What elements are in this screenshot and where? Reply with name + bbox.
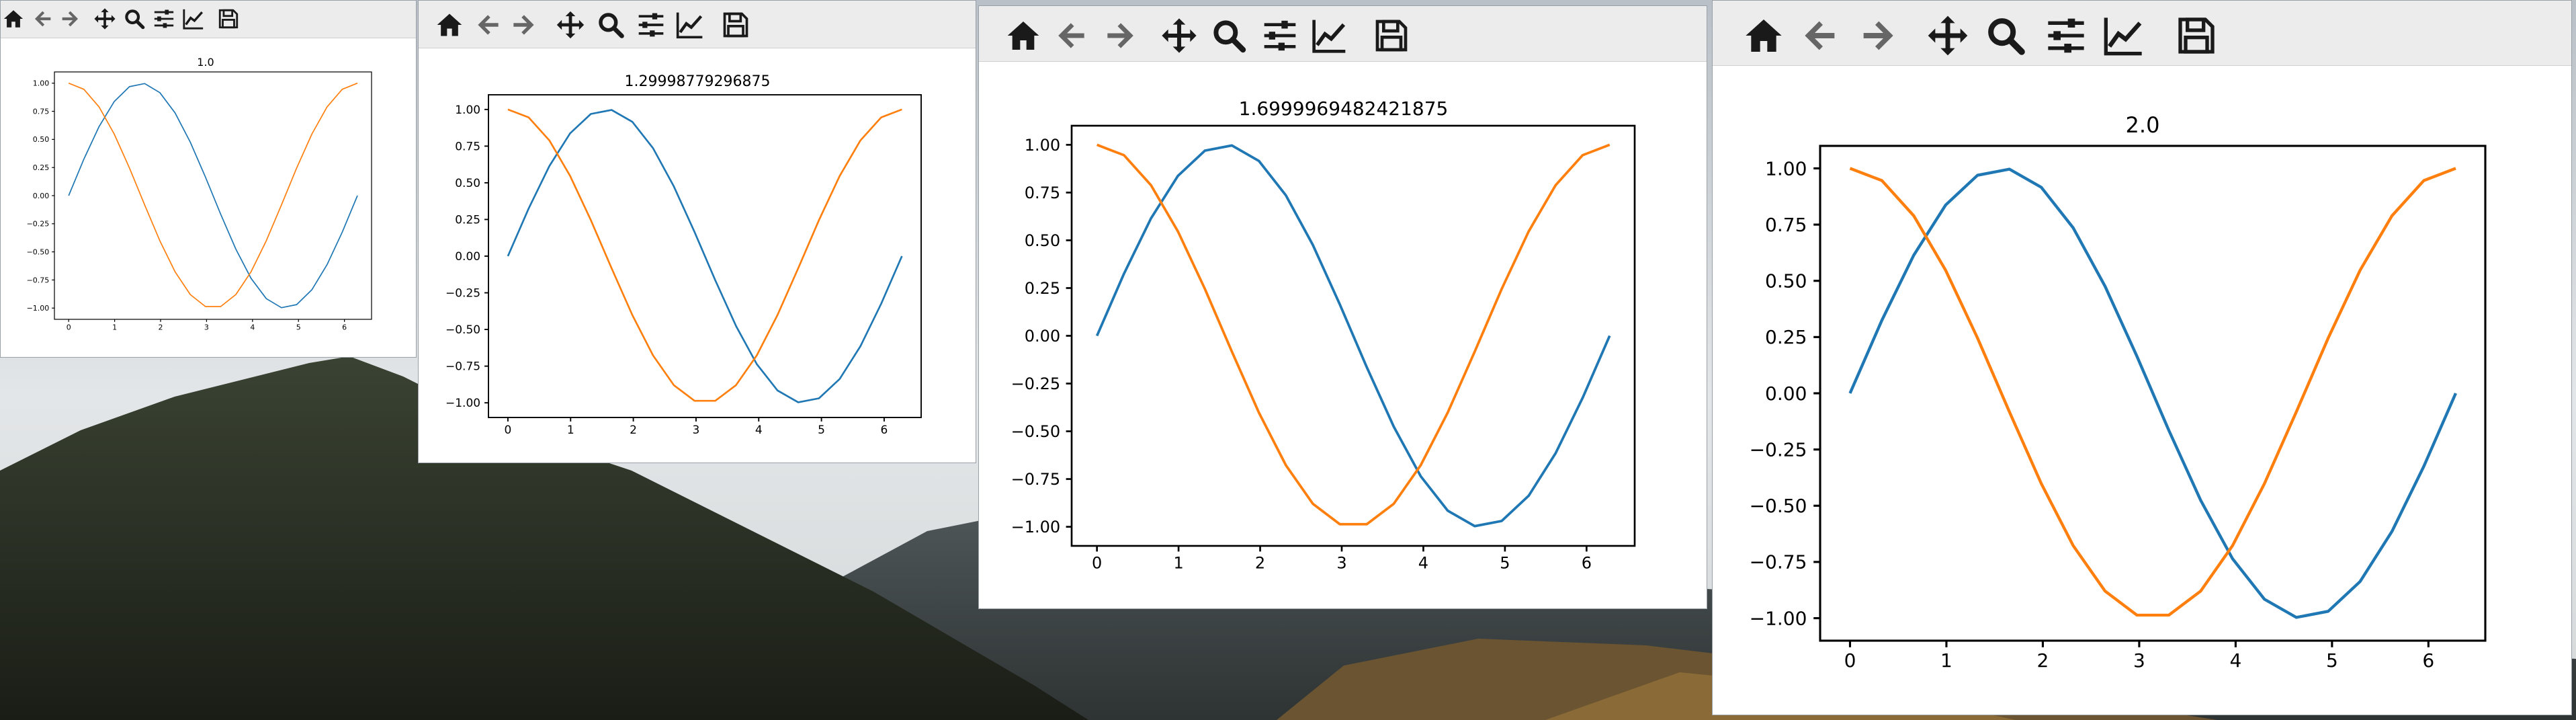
line-chart: 0 1 2 3 4 5 6 −1.00 −0.75 −0.50 −0.25 0.00 0.25 0.50 0…	[27, 71, 372, 331]
x-tick-label: 2	[2037, 649, 2049, 672]
y-tick-label: −0.50	[445, 323, 480, 337]
x-tick-label: 1	[1940, 649, 1952, 672]
sine-series-line	[1848, 167, 2457, 619]
y-tick-label: −0.25	[445, 286, 480, 300]
line-chart: 0 1 2 3 4 5 6 −1.00 −0.75 −0.50 −0.25 0.00 0.25 0.50 0…	[1011, 124, 1636, 573]
sine-series-line	[507, 109, 903, 403]
y-tick-label: −1.00	[27, 304, 50, 313]
y-tick-label: 0.00	[455, 250, 480, 264]
y-tick-label: −0.50	[1011, 422, 1061, 441]
x-tick-label: 3	[693, 424, 700, 437]
y-tick-label: −0.75	[1011, 470, 1061, 489]
x-tick-label: 5	[1500, 554, 1510, 573]
sine-series-line	[68, 83, 358, 309]
y-tick-label: 0.25	[33, 163, 50, 172]
y-tick-label: −1.00	[1011, 518, 1061, 536]
x-tick-label: 5	[818, 424, 825, 437]
x-tick-label: 5	[296, 323, 301, 331]
line-chart: 0 1 2 3 4 5 6 −1.00 −0.75 −0.50 −0.25 0.00 0.25 0.50 0…	[1750, 145, 2487, 672]
sine-series-line	[1095, 144, 1611, 528]
y-tick-label: 1.00	[33, 79, 50, 88]
x-tick-label: 6	[2422, 649, 2434, 672]
y-tick-label: 0.75	[1025, 184, 1060, 202]
y-tick-label: 0.50	[33, 135, 50, 144]
y-tick-label: 0.00	[1025, 327, 1060, 346]
y-tick-label: −0.25	[1750, 438, 1807, 461]
x-tick-label: 0	[1844, 649, 1856, 672]
y-tick-label: −0.50	[27, 247, 50, 256]
y-tick-label: 0.00	[1765, 383, 1807, 405]
x-tick-label: 1	[1173, 554, 1183, 573]
y-tick-label: −0.75	[1750, 551, 1807, 573]
y-tick-label: 1.00	[1025, 136, 1060, 155]
y-tick-label: 0.25	[455, 213, 480, 227]
figure-window-3[interactable]: 1.6999969482421875 0 1 2 3 4 5 6 −1.00 −0.75 −0.5…	[978, 5, 1707, 609]
y-tick-label: 0.75	[1765, 214, 1807, 236]
y-tick-label: −1.00	[445, 397, 480, 410]
x-tick-label: 5	[2326, 649, 2338, 672]
y-tick-label: 0.50	[1025, 231, 1060, 250]
x-tick-label: 1	[112, 323, 117, 331]
x-tick-label: 6	[881, 424, 888, 437]
x-tick-label: 6	[1582, 554, 1592, 573]
y-tick-label: −1.00	[1750, 607, 1807, 629]
x-tick-label: 1	[567, 424, 574, 437]
x-tick-label: 0	[67, 323, 71, 331]
y-tick-label: 1.00	[1765, 157, 1807, 179]
line-chart: 0 1 2 3 4 5 6 −1.00 −0.75 −0.50 −0.25 0.00 0.25 0.50 0…	[445, 94, 922, 437]
x-tick-label: 3	[1336, 554, 1346, 573]
figure-window-1[interactable]: 1.0 0 1 2 3 4 5 6 −1.00 −0.75 −0.50 −0.25 0.00 0.25 0…	[0, 0, 417, 358]
y-tick-label: 0.75	[33, 107, 50, 116]
y-tick-label: 0.50	[1765, 270, 1807, 292]
x-tick-label: 2	[159, 323, 163, 331]
figure-window-2[interactable]: 1.29998779296875 0 1 2 3 4 5 6 −1.00 −0.75 −0.50−…	[418, 0, 976, 463]
x-tick-label: 6	[342, 323, 347, 331]
y-tick-label: −0.25	[27, 220, 50, 229]
x-tick-label: 4	[755, 424, 763, 437]
x-tick-label: 0	[505, 424, 512, 437]
y-tick-label: −0.50	[1750, 495, 1807, 517]
y-tick-label: 0.75	[455, 140, 480, 153]
x-tick-label: 4	[250, 323, 255, 331]
x-tick-label: 0	[1092, 554, 1102, 573]
y-tick-label: −0.25	[1011, 374, 1061, 393]
y-tick-label: 0.25	[1765, 326, 1807, 348]
x-tick-label: 2	[630, 424, 637, 437]
x-tick-label: 4	[2229, 649, 2241, 672]
y-tick-label: 0.00	[33, 192, 50, 200]
x-tick-label: 3	[204, 323, 209, 331]
figure-window-4[interactable]: 2.0 0 1 2 3 4 5 6 −1.00 −0.75 −0.50 −0.25 0.00 0.25 0…	[1712, 0, 2572, 715]
y-tick-label: 0.50	[455, 177, 480, 190]
x-tick-label: 4	[1418, 554, 1428, 573]
x-tick-label: 3	[2133, 649, 2145, 672]
x-tick-label: 2	[1255, 554, 1265, 573]
y-tick-label: 1.00	[455, 104, 480, 117]
y-tick-label: 0.25	[1025, 279, 1060, 298]
y-tick-label: −0.75	[27, 276, 50, 284]
y-tick-label: −0.75	[445, 360, 480, 374]
